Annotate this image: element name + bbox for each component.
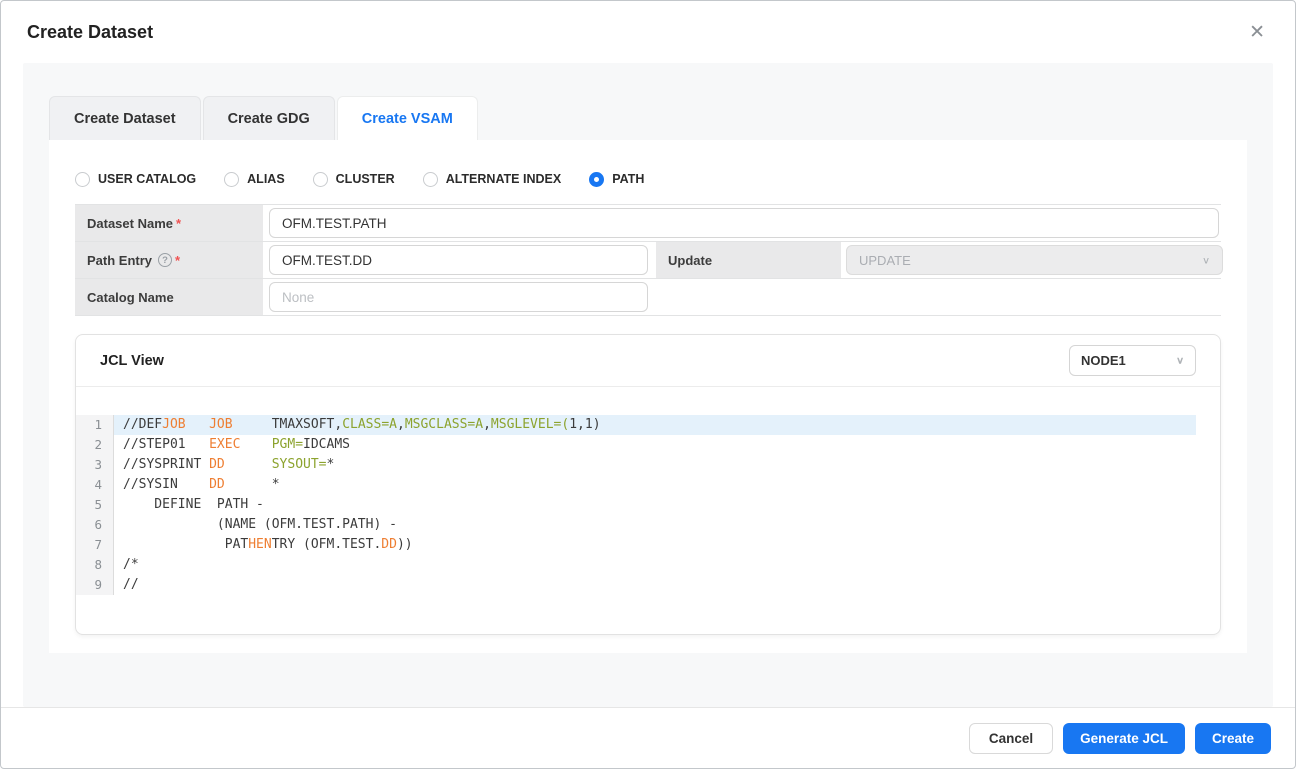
line-number: 1 xyxy=(76,415,114,435)
update-select-value: UPDATE xyxy=(859,253,911,268)
line-number: 2 xyxy=(76,435,114,455)
line-content: // xyxy=(114,575,1196,595)
radio-alias[interactable]: ALIAS xyxy=(224,172,285,187)
path-entry-label: Path Entry?* xyxy=(75,242,263,278)
line-content: //STEP01 EXEC PGM=IDCAMS xyxy=(114,435,1196,455)
jcl-code-line: 7 PATHENTRY (OFM.TEST.DD)) xyxy=(76,535,1220,555)
cancel-button[interactable]: Cancel xyxy=(969,723,1053,754)
tab-content-card: USER CATALOG ALIAS CLUSTER ALTERNATE INDEX P… xyxy=(49,140,1247,653)
modal-title: Create Dataset xyxy=(27,22,153,43)
jcl-code-line: 1//DEFJOB JOB TMAXSOFT,CLASS=A,MSGCLASS=… xyxy=(76,415,1220,435)
jcl-code-line: 3//SYSPRINT DD SYSOUT=* xyxy=(76,455,1220,475)
update-label: Update xyxy=(656,242,841,278)
required-marker: * xyxy=(176,216,181,231)
radio-icon xyxy=(589,172,604,187)
chevron-down-icon: ∨ xyxy=(1202,254,1210,265)
tab-create-vsam[interactable]: Create VSAM xyxy=(337,96,478,140)
modal-body: Create DatasetCreate GDGCreate VSAM USER… xyxy=(1,63,1295,707)
catalog-name-row: Catalog Name xyxy=(75,279,1221,316)
radio-icon xyxy=(75,172,90,187)
radio-icon xyxy=(423,172,438,187)
vsam-type-radio-group: USER CATALOG ALIAS CLUSTER ALTERNATE INDEX P… xyxy=(75,140,1221,190)
node-select[interactable]: NODE1 ∨ xyxy=(1069,345,1196,376)
create-button[interactable]: Create xyxy=(1195,723,1271,754)
tab-panel: Create DatasetCreate GDGCreate VSAM USER… xyxy=(23,63,1273,707)
dataset-name-label: Dataset Name* xyxy=(75,205,263,241)
jcl-code-line: 2//STEP01 EXEC PGM=IDCAMS xyxy=(76,435,1220,455)
line-number: 4 xyxy=(76,475,114,495)
help-icon[interactable]: ? xyxy=(158,253,172,267)
modal-footer: Cancel Generate JCL Create xyxy=(1,707,1295,768)
update-select: UPDATE ∨ xyxy=(846,245,1223,275)
radio-alternate-index[interactable]: ALTERNATE INDEX xyxy=(423,172,562,187)
radio-label: ALIAS xyxy=(247,172,285,186)
line-number: 5 xyxy=(76,495,114,515)
radio-icon xyxy=(224,172,239,187)
jcl-view-panel: JCL View NODE1 ∨ 1//DEFJOB JOB TMAXSOFT,… xyxy=(75,334,1221,635)
radio-label: CLUSTER xyxy=(336,172,395,186)
modal-header: Create Dataset ✕ xyxy=(1,1,1295,63)
create-dataset-modal: Create Dataset ✕ Create DatasetCreate GD… xyxy=(0,0,1296,769)
tab-create-dataset[interactable]: Create Dataset xyxy=(49,96,201,140)
radio-user-catalog[interactable]: USER CATALOG xyxy=(75,172,196,187)
jcl-code-editor[interactable]: 1//DEFJOB JOB TMAXSOFT,CLASS=A,MSGCLASS=… xyxy=(76,387,1220,595)
line-content: DEFINE PATH - xyxy=(114,495,1196,515)
catalog-name-label: Catalog Name xyxy=(75,279,263,315)
jcl-view-title: JCL View xyxy=(100,353,164,369)
generate-jcl-button[interactable]: Generate JCL xyxy=(1063,723,1185,754)
jcl-code-line: 9// xyxy=(76,575,1220,595)
tab-bar: Create DatasetCreate GDGCreate VSAM xyxy=(49,96,1247,140)
radio-label: USER CATALOG xyxy=(98,172,196,186)
required-marker: * xyxy=(175,253,180,268)
close-icon[interactable]: ✕ xyxy=(1245,19,1269,46)
chevron-down-icon: ∨ xyxy=(1176,355,1184,366)
radio-path[interactable]: PATH xyxy=(589,172,644,187)
dataset-name-input[interactable] xyxy=(269,208,1219,238)
jcl-code-line: 4//SYSIN DD * xyxy=(76,475,1220,495)
line-content: /* xyxy=(114,555,1196,575)
jcl-view-header: JCL View NODE1 ∨ xyxy=(76,335,1220,387)
tab-create-gdg[interactable]: Create GDG xyxy=(203,96,335,140)
radio-cluster[interactable]: CLUSTER xyxy=(313,172,395,187)
line-number: 6 xyxy=(76,515,114,535)
jcl-code-line: 8/* xyxy=(76,555,1220,575)
radio-label: PATH xyxy=(612,172,644,186)
line-content: //DEFJOB JOB TMAXSOFT,CLASS=A,MSGCLASS=A… xyxy=(114,415,1196,435)
path-entry-input[interactable] xyxy=(269,245,648,275)
line-number: 7 xyxy=(76,535,114,555)
radio-label: ALTERNATE INDEX xyxy=(446,172,562,186)
line-content: (NAME (OFM.TEST.PATH) - xyxy=(114,515,1196,535)
line-content: //SYSPRINT DD SYSOUT=* xyxy=(114,455,1196,475)
dataset-name-row: Dataset Name* xyxy=(75,205,1221,242)
jcl-code-line: 5 DEFINE PATH - xyxy=(76,495,1220,515)
node-select-value: NODE1 xyxy=(1081,353,1126,368)
line-number: 3 xyxy=(76,455,114,475)
vsam-form: Dataset Name* Path Entry?* Update xyxy=(75,204,1221,316)
catalog-name-input[interactable] xyxy=(269,282,648,312)
line-content: //SYSIN DD * xyxy=(114,475,1196,495)
radio-icon xyxy=(313,172,328,187)
line-content: PATHENTRY (OFM.TEST.DD)) xyxy=(114,535,1196,555)
line-number: 9 xyxy=(76,575,114,595)
line-number: 8 xyxy=(76,555,114,575)
jcl-code-line: 6 (NAME (OFM.TEST.PATH) - xyxy=(76,515,1220,535)
path-entry-row: Path Entry?* Update UPDATE ∨ xyxy=(75,242,1221,279)
